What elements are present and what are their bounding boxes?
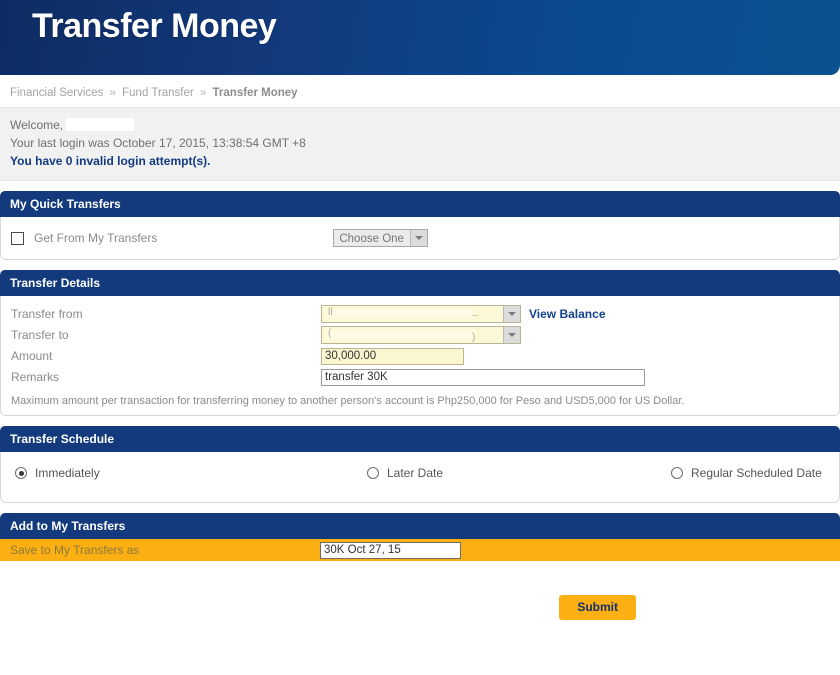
transfer-details-body: Transfer from lǀ − View Balance Transfer… xyxy=(1,296,839,415)
page-banner: Transfer Money xyxy=(0,0,840,75)
amount-input[interactable] xyxy=(321,347,464,365)
amount-label: Amount xyxy=(11,349,53,363)
transfer-from-label: Transfer from xyxy=(11,307,83,321)
remarks-row: Remarks xyxy=(1,367,839,387)
chevron-down-icon xyxy=(409,230,427,246)
section-header-quick-transfers: My Quick Transfers xyxy=(0,191,840,217)
transfer-from-select[interactable]: lǀ − xyxy=(321,305,521,323)
transfer-schedule-body: Immediately Later Date Regular Scheduled… xyxy=(1,452,839,502)
schedule-option-label: Regular Scheduled Date xyxy=(691,466,822,480)
get-from-my-transfers-label: Get From My Transfers xyxy=(34,231,158,245)
breadcrumb: Financial Services » Fund Transfer » Tra… xyxy=(0,75,840,107)
quick-transfers-row: Get From My Transfers Choose One xyxy=(1,217,839,259)
welcome-greeting: Welcome, xyxy=(10,116,830,134)
quick-transfers-body: Get From My Transfers Choose One xyxy=(0,217,840,260)
amount-row: Amount xyxy=(1,346,839,366)
welcome-greeting-text: Welcome, xyxy=(10,118,64,132)
quick-transfers-select-value: Choose One xyxy=(339,233,404,245)
last-login-text: Your last login was October 17, 2015, 13… xyxy=(10,136,306,150)
transfer-to-value-redacted: ( ) xyxy=(322,327,503,343)
transfer-to-row: Transfer to ( ) xyxy=(1,325,839,345)
save-to-my-transfers-row: Save to My Transfers as xyxy=(0,539,840,561)
section-my-quick-transfers: My Quick Transfers Get From My Transfers… xyxy=(0,191,840,260)
remarks-input[interactable] xyxy=(321,368,645,386)
transfer-to-select[interactable]: ( ) xyxy=(321,326,521,344)
chevron-down-icon xyxy=(503,306,520,322)
invalid-login-attempts: You have 0 invalid login attempt(s). xyxy=(10,154,211,168)
section-transfer-details: Transfer Details Transfer from lǀ − View… xyxy=(0,270,840,416)
radio-later-date[interactable] xyxy=(367,467,379,479)
max-amount-note: Maximum amount per transaction for trans… xyxy=(11,395,685,407)
section-transfer-schedule: Transfer Schedule Immediately Later Date… xyxy=(0,426,840,503)
submit-bar: Submit xyxy=(0,581,840,620)
section-header-transfer-schedule: Transfer Schedule xyxy=(0,426,840,452)
page-title: Transfer Money xyxy=(32,7,277,45)
breadcrumb-separator-icon: » xyxy=(109,87,116,99)
welcome-panel: Welcome, Your last login was October 17,… xyxy=(0,107,840,181)
breadcrumb-item-financial-services[interactable]: Financial Services xyxy=(10,87,103,99)
schedule-option-later-date[interactable]: Later Date xyxy=(367,466,671,480)
transfer-to-label: Transfer to xyxy=(11,328,69,342)
breadcrumb-separator-icon: » xyxy=(199,87,207,99)
view-balance-link[interactable]: View Balance xyxy=(529,307,606,321)
schedule-option-label: Later Date xyxy=(387,466,444,480)
radio-regular-scheduled-date[interactable] xyxy=(671,467,683,479)
remarks-label: Remarks xyxy=(11,370,60,384)
save-to-my-transfers-label: Save to My Transfers as xyxy=(10,543,140,557)
add-transfers-spacer xyxy=(0,561,840,581)
transfer-from-row: Transfer from lǀ − View Balance xyxy=(1,304,839,324)
quick-transfers-select[interactable]: Choose One xyxy=(333,229,428,247)
breadcrumb-item-fund-transfer[interactable]: Fund Transfer xyxy=(122,87,194,99)
schedule-option-label: Immediately xyxy=(35,466,100,480)
redacted-username xyxy=(66,118,135,131)
schedule-option-immediately[interactable]: Immediately xyxy=(15,466,367,480)
get-from-my-transfers-checkbox[interactable] xyxy=(11,231,24,245)
submit-button[interactable]: Submit xyxy=(559,595,636,620)
breadcrumb-item-transfer-money: Transfer Money xyxy=(212,87,298,99)
transfer-from-value-redacted: lǀ − xyxy=(322,306,503,322)
section-header-add-to-my-transfers: Add to My Transfers xyxy=(0,513,840,539)
section-header-transfer-details: Transfer Details xyxy=(0,270,840,296)
schedule-option-regular-scheduled-date[interactable]: Regular Scheduled Date xyxy=(671,466,822,480)
section-add-to-my-transfers: Add to My Transfers Save to My Transfers… xyxy=(0,513,840,581)
save-to-my-transfers-input[interactable] xyxy=(320,541,461,559)
radio-immediately[interactable] xyxy=(15,467,27,479)
chevron-down-icon xyxy=(503,327,520,343)
